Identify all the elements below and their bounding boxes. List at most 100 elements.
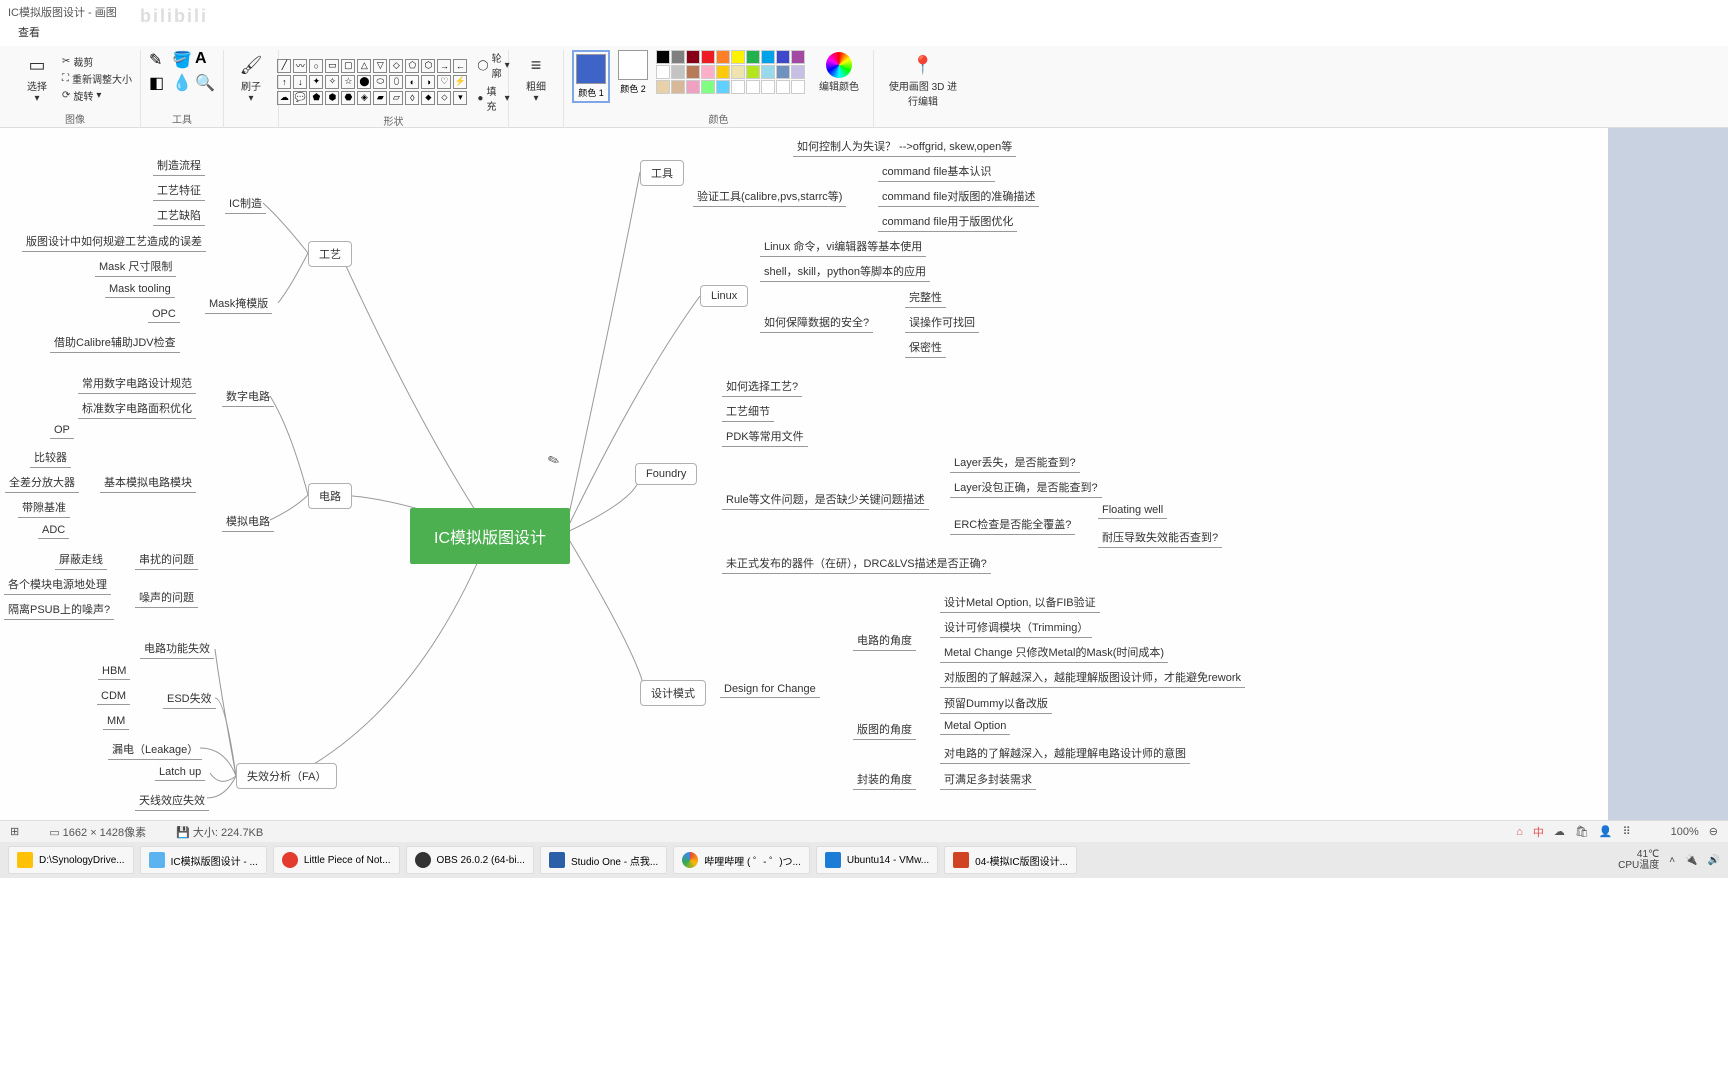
fill-icon[interactable]: 🪣 [172,50,192,70]
color-swatch[interactable] [746,80,760,94]
outline-button[interactable]: ◯ 轮廓 ▾ [477,50,509,80]
color-swatch[interactable] [716,50,730,64]
color-swatch[interactable] [761,50,775,64]
leaf: OP [50,422,74,439]
leaf: 版图的角度 [853,719,916,740]
thickness-button[interactable]: ≡粗细▾ [517,50,555,106]
leaf: 耐压导致失效能否查到? [1098,527,1222,548]
color-swatch[interactable] [671,65,685,79]
leaf: 可满足多封装需求 [940,769,1036,790]
task-item[interactable]: Little Piece of Not... [273,846,400,874]
zoom-label: 100% [1671,826,1699,838]
task-item[interactable]: IC模拟版图设计 - ... [140,846,267,874]
select-button[interactable]: ▭选择▾ [18,50,56,106]
color-swatch[interactable] [686,50,700,64]
zoom-icon[interactable]: 🔍 [195,73,215,93]
tray-icon[interactable]: 🛍 [1575,825,1589,838]
color-swatch[interactable] [656,80,670,94]
pencil-icon[interactable]: ✎ [149,50,169,70]
color-swatch[interactable] [746,65,760,79]
color-swatch[interactable] [656,65,670,79]
paint3d-button[interactable]: 📍使用画图 3D 进行编辑 [882,50,964,110]
leaf: 工艺特征 [153,180,205,201]
color-swatch[interactable] [776,65,790,79]
battery-icon[interactable]: 🔌 [1685,855,1697,866]
leaf: ESD失效 [163,688,216,709]
color-swatch[interactable] [686,80,700,94]
color-swatch[interactable] [701,80,715,94]
leaf: 如何保障数据的安全? [760,312,873,333]
color-swatch[interactable] [776,50,790,64]
eraser-icon[interactable]: ◧ [149,73,169,93]
color-swatch[interactable] [731,80,745,94]
color2-swatch[interactable] [618,50,648,80]
leaf: 模拟电路 [222,511,274,532]
leaf: 工艺细节 [722,401,774,422]
chevron-up-icon[interactable]: ˄ [1669,855,1675,866]
leaf: 全差分放大器 [5,472,79,493]
leaf: Mask掩模版 [205,293,272,314]
color-swatch[interactable] [761,80,775,94]
node-mode: 设计模式 [640,680,706,706]
tray-icon[interactable]: ⌂ [1516,826,1523,838]
task-item[interactable]: 04-模拟IC版图设计... [944,846,1077,874]
canvas[interactable]: IC模拟版图设计 ✎ 工艺 IC制造 制造流程 工艺特征 工艺缺陷 版图设计中如… [0,128,1728,820]
color-swatch[interactable] [791,80,805,94]
color-swatch[interactable] [776,80,790,94]
leaf: 版图设计中如何规避工艺造成的误差 [22,231,206,252]
task-item[interactable]: Studio One - 点我... [540,846,667,874]
tab-view[interactable]: 查看 [18,27,40,39]
zoom-out-button[interactable]: ⊖ [1709,825,1718,838]
leaf: 未正式发布的器件（在研），DRC&LVS描述是否正确? [722,553,991,574]
leaf: shell，skill，python等脚本的应用 [760,261,930,282]
color-swatch[interactable] [791,65,805,79]
color-swatch[interactable] [731,65,745,79]
color-swatch[interactable] [686,65,700,79]
task-item[interactable]: OBS 26.0.2 (64-bi... [406,846,534,874]
color-swatch[interactable] [656,50,670,64]
leaf: HBM [98,663,130,680]
tray-icon[interactable]: ⠿ [1623,825,1631,838]
status-dim: ▭ 1662 × 1428像素 [49,824,146,840]
task-item[interactable]: Ubuntu14 - VMw... [816,846,938,874]
tray-icon[interactable]: 中 [1533,824,1544,840]
color-swatch[interactable] [761,65,775,79]
tray-icon[interactable]: 👤 [1599,825,1613,838]
leaf: 验证工具(calibre,pvs,starrc等) [693,186,846,207]
color-palette[interactable] [656,50,805,94]
color-swatch[interactable] [701,50,715,64]
color-swatch[interactable] [731,50,745,64]
color-swatch[interactable] [671,80,685,94]
picker-icon[interactable]: 💧 [172,73,192,93]
task-item[interactable]: D:\SynologyDrive... [8,846,134,874]
group-thickness: ≡粗细▾ [509,50,564,128]
shape-gallery[interactable]: ╱〰○▭▢△▽◇⬠⬡→← ↑↓✦✧☆⬤⬭⬯◐◑♡⚡ ☁💬⬟⬢⬣◈▰▱◊⬥⬦▾ [277,59,467,105]
resize-button[interactable]: ⛶ 重新调整大小 [62,71,132,86]
group-brush: 🖌刷子▾ [224,50,279,128]
leaf: 电路功能失效 [140,638,214,659]
bilibili-watermark: bilibili [140,6,208,27]
task-item[interactable]: 哔哩哔哩 ( ゜- ゜)つ... [673,846,810,874]
crop-button[interactable]: ✂ 裁剪 [62,54,132,69]
color-swatch[interactable] [701,65,715,79]
tray-icon[interactable]: ☁ [1554,825,1565,838]
ribbon: ▭选择▾ ✂ 裁剪 ⛶ 重新调整大小 ⟳ 旋转 ▾ 图像 ✎ 🪣 A ◧ 💧 🔍… [0,46,1728,128]
brush-button[interactable]: 🖌刷子▾ [232,50,270,106]
leaf: ERC检查是否能全覆盖? [950,514,1075,535]
color-swatch[interactable] [671,50,685,64]
color1-swatch[interactable] [576,54,606,84]
text-icon[interactable]: A [195,50,215,70]
fill-button[interactable]: ● 填充 ▾ [477,83,509,113]
rotate-button[interactable]: ⟳ 旋转 ▾ [62,88,132,103]
leaf: 标准数字电路面积优化 [78,398,196,419]
leaf: 误操作可找回 [905,312,979,333]
leaf: 比较器 [30,447,71,468]
node-tool: 工具 [640,160,684,186]
edit-colors-button[interactable]: 编辑颜色 [813,50,865,95]
color-swatch[interactable] [746,50,760,64]
color-swatch[interactable] [716,65,730,79]
side-panel [1608,128,1728,820]
color-swatch[interactable] [791,50,805,64]
volume-icon[interactable]: 🔊 [1708,855,1720,866]
color-swatch[interactable] [716,80,730,94]
